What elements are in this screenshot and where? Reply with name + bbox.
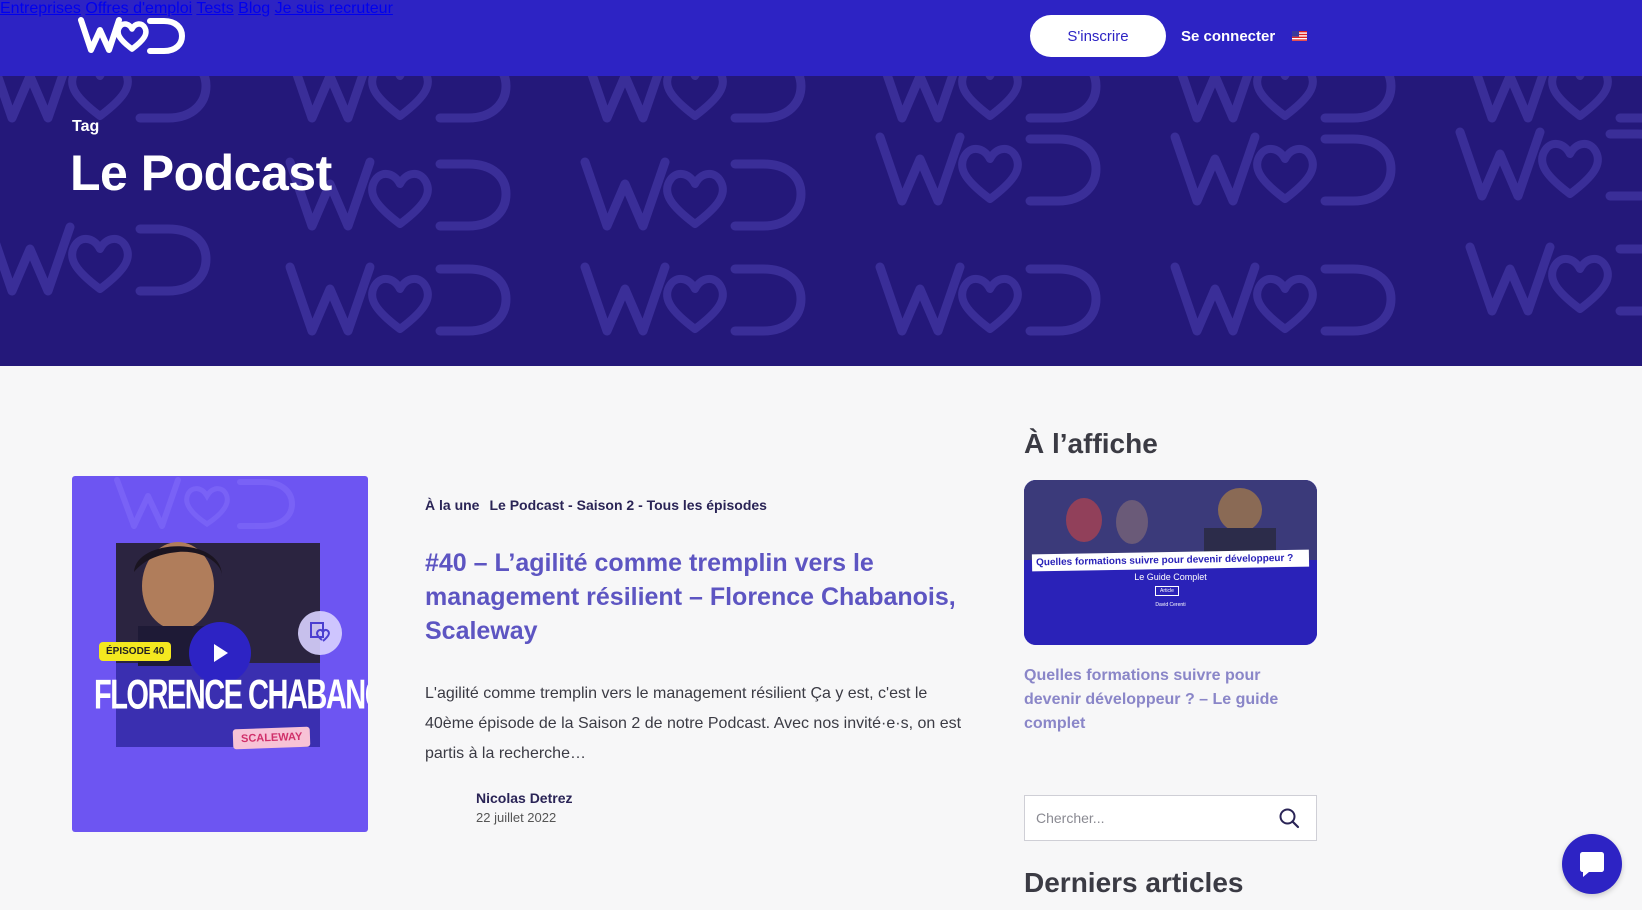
hero-banner: Tag Le Podcast [0,76,1642,366]
article-title-link[interactable]: #40 – L’agilité comme tremplin vers le m… [425,546,965,648]
publish-date: 22 juillet 2022 [476,810,557,825]
guest-name-text: FLORENCE CHABANOIS [94,672,368,719]
nav-link-entreprises[interactable]: Entreprises [0,0,81,17]
chat-icon [1580,852,1604,877]
search-form [1024,795,1317,841]
page-title: Le Podcast [70,145,332,201]
logo-pattern-background [0,76,1642,366]
article-thumbnail[interactable]: ÉPISODE 40 FLORENCE CHABANOIS SCALEWAY [72,476,368,832]
search-input[interactable] [1025,796,1278,840]
chat-widget-button[interactable] [1562,834,1622,894]
author-name[interactable]: Nicolas Detrez [476,790,572,806]
article-excerpt: L'agilité comme tremplin vers le managem… [425,685,962,762]
search-icon[interactable] [1278,807,1300,829]
signup-button[interactable]: S'inscrire [1030,15,1166,57]
nav-link-tests[interactable]: Tests [196,0,233,17]
featured-image-subtitle: Le Guide Complet [1134,572,1207,582]
featured-article-link[interactable]: Quelles formations suivre pour devenir d… [1024,664,1304,736]
top-navigation-bar: Entreprises Offres d'emploi Tests Blog J… [0,0,1642,76]
nav-link-offres-emploi[interactable]: Offres d'emploi [85,0,192,17]
login-link[interactable]: Se connecter [1181,28,1275,45]
featured-image-author: David Cerenti [1155,602,1186,608]
category-link-a-la-une[interactable]: À la une [425,497,479,513]
article-categories: À la une Le Podcast - Saison 2 - Tous le… [425,497,767,513]
latest-articles-heading: Derniers articles [1024,867,1244,898]
tag-label: Tag [72,118,100,135]
company-badge: SCALEWAY [232,726,311,750]
featured-article-image[interactable]: Quelles formations suivre pour devenir d… [1024,480,1317,645]
featured-image-badge: Article [1155,586,1179,596]
episode-badge: ÉPISODE 40 [99,642,172,661]
nav-link-blog[interactable]: Blog [238,0,270,17]
us-flag-icon[interactable] [1292,31,1307,41]
nav-link-recruteur[interactable]: Je suis recruteur [275,0,393,17]
wcd-logo[interactable] [78,16,186,56]
featured-heading: À l’affiche [1024,428,1158,459]
category-link-podcast-saison-2[interactable]: Le Podcast - Saison 2 - Tous les épisode… [489,497,766,513]
